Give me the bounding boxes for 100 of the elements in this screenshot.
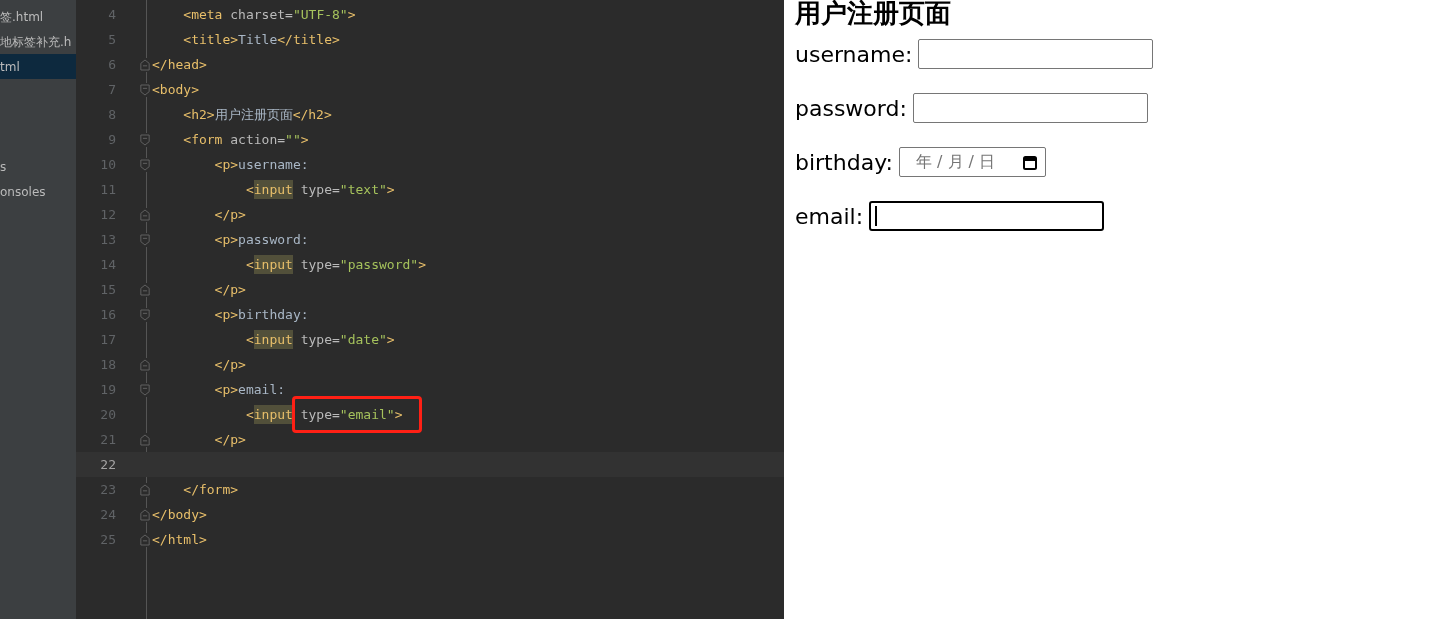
- fold-icon[interactable]: [140, 382, 150, 397]
- tag-token: >: [347, 5, 356, 24]
- line-number: 19: [100, 380, 116, 399]
- tag-token: </title>: [277, 30, 340, 49]
- tag-token: >: [394, 406, 403, 422]
- file-tree-item[interactable]: s: [0, 154, 76, 179]
- fold-icon[interactable]: [140, 157, 150, 172]
- field-label: password:: [795, 94, 907, 123]
- text-token: username:: [238, 155, 309, 174]
- tag-token: <p>: [213, 155, 239, 174]
- matched-tag-token: input: [253, 329, 293, 350]
- calendar-icon[interactable]: [1022, 154, 1037, 170]
- file-tree-item[interactable]: onsoles: [0, 179, 76, 204]
- line-number: 23: [100, 480, 116, 499]
- matched-tag-token: input: [253, 254, 293, 275]
- string-token: "email": [339, 406, 395, 422]
- fold-icon[interactable]: [140, 282, 150, 297]
- tag-token: >: [418, 255, 426, 274]
- tag-token: </body>: [152, 505, 207, 524]
- line-number: 12: [100, 205, 116, 224]
- fold-icon[interactable]: [140, 532, 150, 547]
- line-number: 17: [100, 330, 116, 349]
- tag-token: </head>: [152, 55, 207, 74]
- date-field[interactable]: 年 / 月 / 日: [898, 147, 1046, 177]
- tag-token: <p>: [213, 230, 239, 249]
- text-cursor: [875, 206, 878, 226]
- tag-token: <p>: [213, 305, 239, 324]
- fold-icon[interactable]: [140, 207, 150, 222]
- tag-token: </p>: [213, 430, 246, 449]
- line-number: 25: [100, 530, 116, 549]
- line-number: 14: [100, 255, 116, 274]
- tag-token: <: [244, 405, 254, 424]
- fold-icon[interactable]: [140, 57, 150, 72]
- tag-token: <: [244, 180, 254, 199]
- line-number: 20: [100, 405, 116, 424]
- tag-token: <title>: [182, 30, 239, 49]
- file-tree-item[interactable]: 签.html: [0, 4, 76, 29]
- fold-icon[interactable]: [140, 232, 150, 247]
- fold-icon[interactable]: [140, 132, 150, 147]
- tag-token: </p>: [213, 355, 246, 374]
- tag-token: </h2>: [292, 105, 332, 124]
- field-label: birthday:: [795, 148, 893, 177]
- line-number: 5: [108, 30, 116, 49]
- line-number: 9: [108, 130, 116, 149]
- line-number: 6: [108, 55, 116, 74]
- input-field[interactable]: [912, 93, 1148, 123]
- string-token: "password": [339, 255, 419, 274]
- attribute-token: type=: [299, 255, 340, 274]
- line-number: 22: [100, 455, 116, 474]
- attribute-token: type=: [299, 180, 340, 199]
- fold-icon[interactable]: [140, 507, 150, 522]
- tag-token: </form>: [182, 480, 239, 499]
- attribute-token: type=: [299, 330, 340, 349]
- text-token: password:: [238, 230, 309, 249]
- tag-token: <: [244, 255, 254, 274]
- line-number: 13: [100, 230, 116, 249]
- tag-token: <: [244, 330, 254, 349]
- string-token: "UTF-8": [292, 5, 348, 24]
- line-number: 4: [108, 5, 116, 24]
- text-token: birthday:: [238, 305, 309, 324]
- text-token: 用户注册页面: [214, 105, 293, 124]
- line-number: 16: [100, 305, 116, 324]
- fold-icon[interactable]: [140, 432, 150, 447]
- tag-token: >: [300, 130, 309, 149]
- line-number: 24: [100, 505, 116, 524]
- date-placeholder: 年 / 月 / 日: [914, 151, 996, 173]
- tag-token: <h2>: [182, 105, 215, 124]
- tag-token: <meta: [182, 5, 224, 24]
- file-tree-item[interactable]: tml: [0, 54, 76, 79]
- line-number: 8: [108, 105, 116, 124]
- attribute-token: charset=: [230, 5, 293, 24]
- field-label: username:: [795, 40, 913, 69]
- attribute-token: action=: [230, 130, 286, 149]
- fold-icon[interactable]: [140, 307, 150, 322]
- line-number: 11: [100, 180, 116, 199]
- tag-token: </html>: [152, 530, 207, 549]
- input-field[interactable]: [869, 201, 1105, 231]
- line-number: 10: [100, 155, 116, 174]
- tag-token: <body>: [152, 80, 199, 99]
- line-number: 18: [100, 355, 116, 374]
- string-token: "text": [339, 180, 387, 199]
- fold-icon[interactable]: [140, 357, 150, 372]
- line-number: 21: [100, 430, 116, 449]
- page-heading: 用户注册页面: [795, 0, 952, 26]
- tag-token: <form: [182, 130, 224, 149]
- string-token: "date": [339, 330, 387, 349]
- string-token: "": [285, 130, 301, 149]
- field-label: email:: [795, 202, 864, 231]
- fold-icon[interactable]: [140, 482, 150, 497]
- line-number: 7: [108, 80, 116, 99]
- tag-token: </p>: [213, 205, 246, 224]
- attribute-token: type=: [299, 406, 340, 422]
- tag-token: <p>: [213, 380, 239, 399]
- file-tree-item[interactable]: 地标签补充.h: [0, 29, 76, 54]
- tag-token: >: [386, 180, 395, 199]
- fold-icon[interactable]: [140, 82, 150, 97]
- text-token: email:: [238, 380, 286, 399]
- input-field[interactable]: [918, 39, 1154, 69]
- tag-token: >: [386, 330, 395, 349]
- line-number: 15: [100, 280, 116, 299]
